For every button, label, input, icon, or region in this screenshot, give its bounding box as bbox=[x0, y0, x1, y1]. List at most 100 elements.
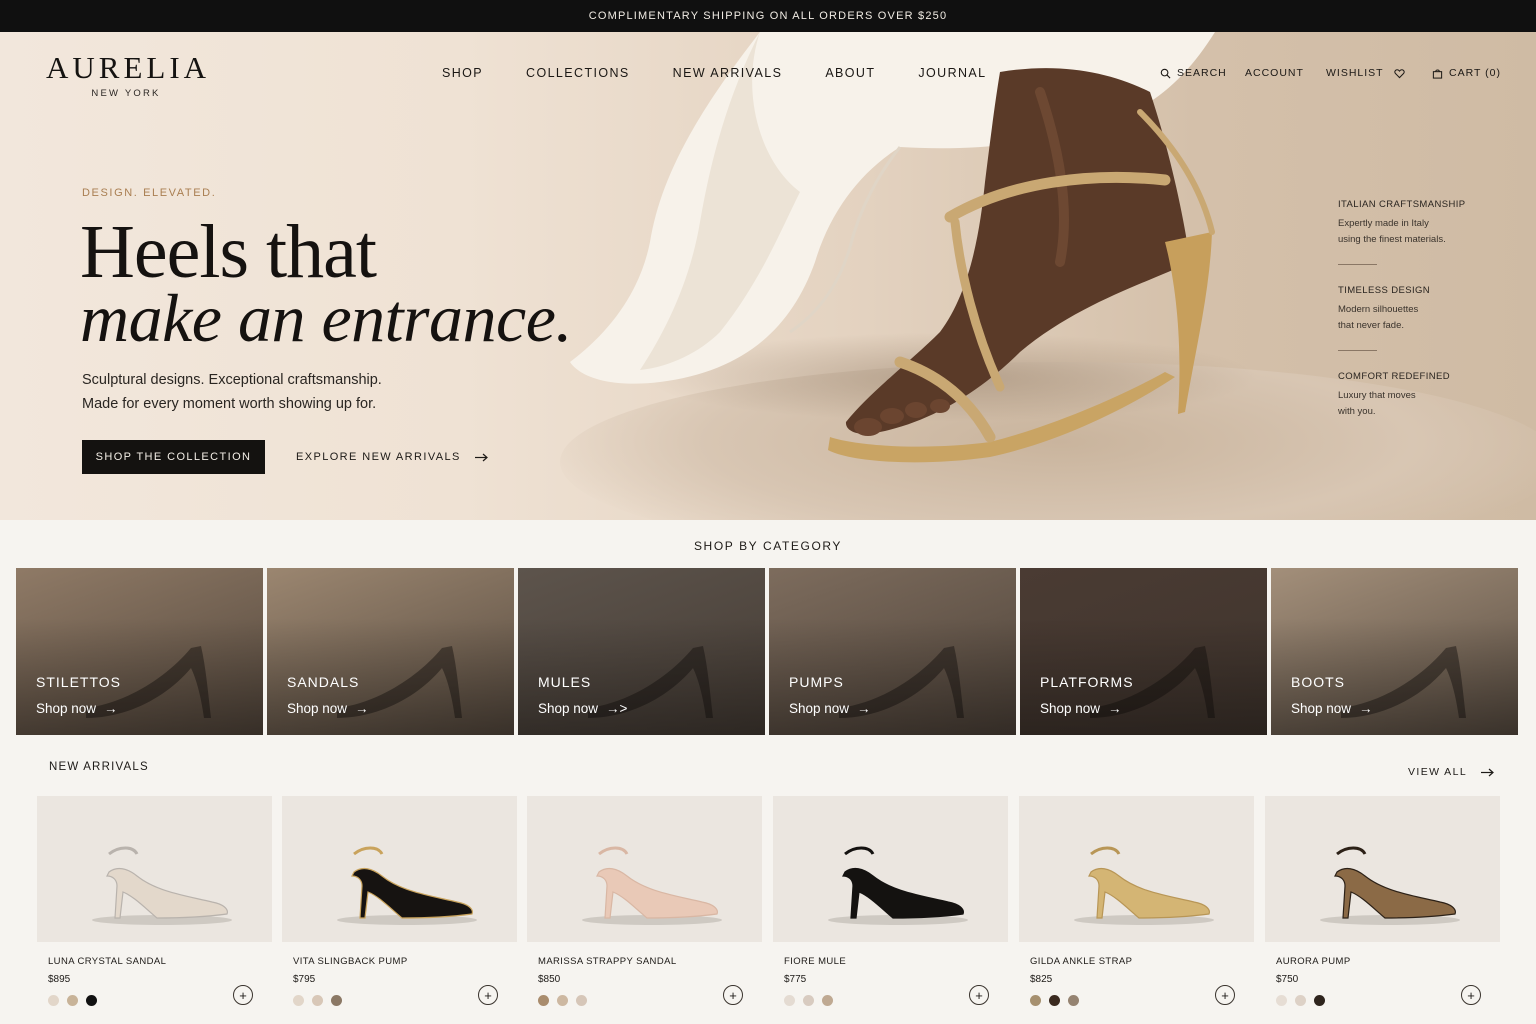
feature-text: Luxury that moves bbox=[1338, 390, 1416, 401]
add-to-bag-button[interactable]: + bbox=[969, 985, 989, 1005]
arrow-right-icon: → bbox=[1108, 701, 1122, 716]
color-swatch[interactable] bbox=[293, 995, 304, 1006]
product-name: VITA SLINGBACK PUMP bbox=[293, 956, 408, 967]
add-to-bag-button[interactable]: + bbox=[1461, 985, 1481, 1005]
shoe-body bbox=[106, 867, 228, 919]
color-swatch[interactable] bbox=[312, 995, 323, 1006]
color-swatch[interactable] bbox=[86, 995, 97, 1006]
add-to-bag-button[interactable]: + bbox=[723, 985, 743, 1005]
color-swatch[interactable] bbox=[803, 995, 814, 1006]
feature-craftsmanship: ITALIAN CRAFTSMANSHIP Expertly made in I… bbox=[1338, 199, 1488, 248]
shoe-illustration bbox=[337, 846, 477, 925]
shop-collection-button[interactable]: SHOP THE COLLECTION bbox=[82, 440, 265, 474]
color-swatch[interactable] bbox=[1295, 995, 1306, 1006]
category-shop-link[interactable]: Shop now → bbox=[1040, 701, 1122, 716]
color-swatch[interactable] bbox=[822, 995, 833, 1006]
plus-icon: + bbox=[1467, 987, 1475, 1003]
category-tile-platforms[interactable]: PLATFORMS Shop now → bbox=[1020, 568, 1267, 735]
account-button[interactable]: ACCOUNT bbox=[1245, 67, 1304, 79]
search-button[interactable]: SEARCH bbox=[1160, 67, 1227, 79]
color-swatch[interactable] bbox=[1276, 995, 1287, 1006]
product-name: GILDA ANKLE STRAP bbox=[1030, 956, 1133, 967]
product-image[interactable] bbox=[1265, 796, 1500, 942]
shop-by-category-heading: SHOP BY CATEGORY bbox=[693, 539, 843, 553]
category-shop-link[interactable]: Shop now → bbox=[1291, 701, 1373, 716]
cart-label: CART (0) bbox=[1449, 67, 1501, 79]
add-to-bag-button[interactable]: + bbox=[478, 985, 498, 1005]
shoe-strap bbox=[1090, 846, 1121, 856]
product-card[interactable]: MARISSA STRAPPY SANDAL $850 + bbox=[527, 796, 762, 1006]
color-swatch[interactable] bbox=[1030, 995, 1041, 1006]
search-icon bbox=[1160, 68, 1171, 78]
shop-now-label: Shop now bbox=[1291, 701, 1352, 716]
cart-button[interactable]: CART (0) bbox=[1432, 67, 1501, 79]
view-all-link[interactable]: VIEW ALL bbox=[1408, 766, 1494, 778]
category-name: PUMPS bbox=[789, 674, 844, 690]
feature-title: COMFORT REDEFINED bbox=[1338, 371, 1451, 382]
product-card[interactable]: GILDA ANKLE STRAP $825 + bbox=[1019, 796, 1254, 1006]
nav-link-new-arrivals[interactable]: NEW ARRIVALS bbox=[673, 66, 783, 80]
product-card[interactable]: AURORA PUMP $750 + bbox=[1265, 796, 1500, 1006]
bag-icon bbox=[1432, 68, 1443, 79]
product-card[interactable]: VITA SLINGBACK PUMP $795 + bbox=[282, 796, 517, 1006]
product-image[interactable] bbox=[1019, 796, 1254, 942]
color-swatch[interactable] bbox=[331, 995, 342, 1006]
product-name: FIORE MULE bbox=[784, 956, 847, 967]
category-name: SANDALS bbox=[287, 674, 360, 690]
category-shop-link[interactable]: Shop now → bbox=[36, 701, 118, 716]
product-image[interactable] bbox=[527, 796, 762, 942]
product-name: MARISSA STRAPPY SANDAL bbox=[538, 956, 677, 967]
category-tile-sandals[interactable]: SANDALS Shop now → bbox=[267, 568, 514, 735]
hero-headline-line2: make an entrance. bbox=[80, 280, 572, 356]
color-swatch[interactable] bbox=[784, 995, 795, 1006]
category-shop-link[interactable]: Shop now → bbox=[789, 701, 871, 716]
color-swatch[interactable] bbox=[48, 995, 59, 1006]
product-price: $850 bbox=[538, 974, 561, 985]
category-tile-boots[interactable]: BOOTS Shop now → bbox=[1271, 568, 1518, 735]
shop-now-label: Shop now bbox=[36, 701, 97, 716]
category-tile-pumps[interactable]: PUMPS Shop now → bbox=[769, 568, 1016, 735]
product-price: $750 bbox=[1276, 974, 1299, 985]
shoe-illustration bbox=[92, 846, 232, 925]
color-swatch[interactable] bbox=[538, 995, 549, 1006]
wishlist-button[interactable]: WISHLIST bbox=[1326, 67, 1405, 79]
account-label: ACCOUNT bbox=[1245, 67, 1304, 79]
sandal-heel bbox=[1165, 232, 1212, 414]
product-card[interactable]: LUNA CRYSTAL SANDAL $895 + bbox=[37, 796, 272, 1006]
shoe-illustration bbox=[582, 846, 722, 925]
product-image[interactable] bbox=[282, 796, 517, 942]
category-name: MULES bbox=[538, 674, 592, 690]
arrow-right-icon: → bbox=[857, 701, 871, 716]
product-image[interactable] bbox=[773, 796, 1008, 942]
product-image[interactable] bbox=[37, 796, 272, 942]
color-swatches bbox=[293, 995, 342, 1006]
color-swatch[interactable] bbox=[67, 995, 78, 1006]
arrow-right-icon bbox=[474, 453, 488, 461]
color-swatch[interactable] bbox=[1068, 995, 1079, 1006]
nav-link-journal[interactable]: JOURNAL bbox=[918, 66, 986, 80]
search-label: SEARCH bbox=[1177, 67, 1227, 79]
color-swatch[interactable] bbox=[557, 995, 568, 1006]
add-to-bag-button[interactable]: + bbox=[1215, 985, 1235, 1005]
product-price: $795 bbox=[293, 974, 316, 985]
nav-link-collections[interactable]: COLLECTIONS bbox=[526, 66, 630, 80]
feature-title: TIMELESS DESIGN bbox=[1338, 285, 1431, 296]
category-shop-link[interactable]: Shop now → bbox=[287, 701, 369, 716]
color-swatch[interactable] bbox=[576, 995, 587, 1006]
nav-link-shop[interactable]: SHOP bbox=[442, 66, 483, 80]
category-tile-stilettos[interactable]: STILETTOS Shop now → bbox=[16, 568, 263, 735]
shoe-strap bbox=[598, 846, 629, 856]
category-shop-link[interactable]: Shop now →> bbox=[538, 701, 627, 716]
plus-icon: + bbox=[729, 987, 737, 1003]
brand-logo[interactable]: AURELIA NEW YORK bbox=[46, 50, 206, 99]
add-to-bag-button[interactable]: + bbox=[233, 985, 253, 1005]
product-card[interactable]: FIORE MULE $775 + bbox=[773, 796, 1008, 1006]
nav-link-about[interactable]: ABOUT bbox=[825, 66, 875, 80]
arrow-right-icon: →> bbox=[606, 701, 628, 716]
color-swatch[interactable] bbox=[1314, 995, 1325, 1006]
shop-now-label: Shop now bbox=[789, 701, 850, 716]
color-swatches bbox=[784, 995, 833, 1006]
color-swatch[interactable] bbox=[1049, 995, 1060, 1006]
explore-new-arrivals-link[interactable]: EXPLORE NEW ARRIVALS bbox=[296, 451, 488, 463]
category-tile-mules[interactable]: MULES Shop now →> bbox=[518, 568, 765, 735]
